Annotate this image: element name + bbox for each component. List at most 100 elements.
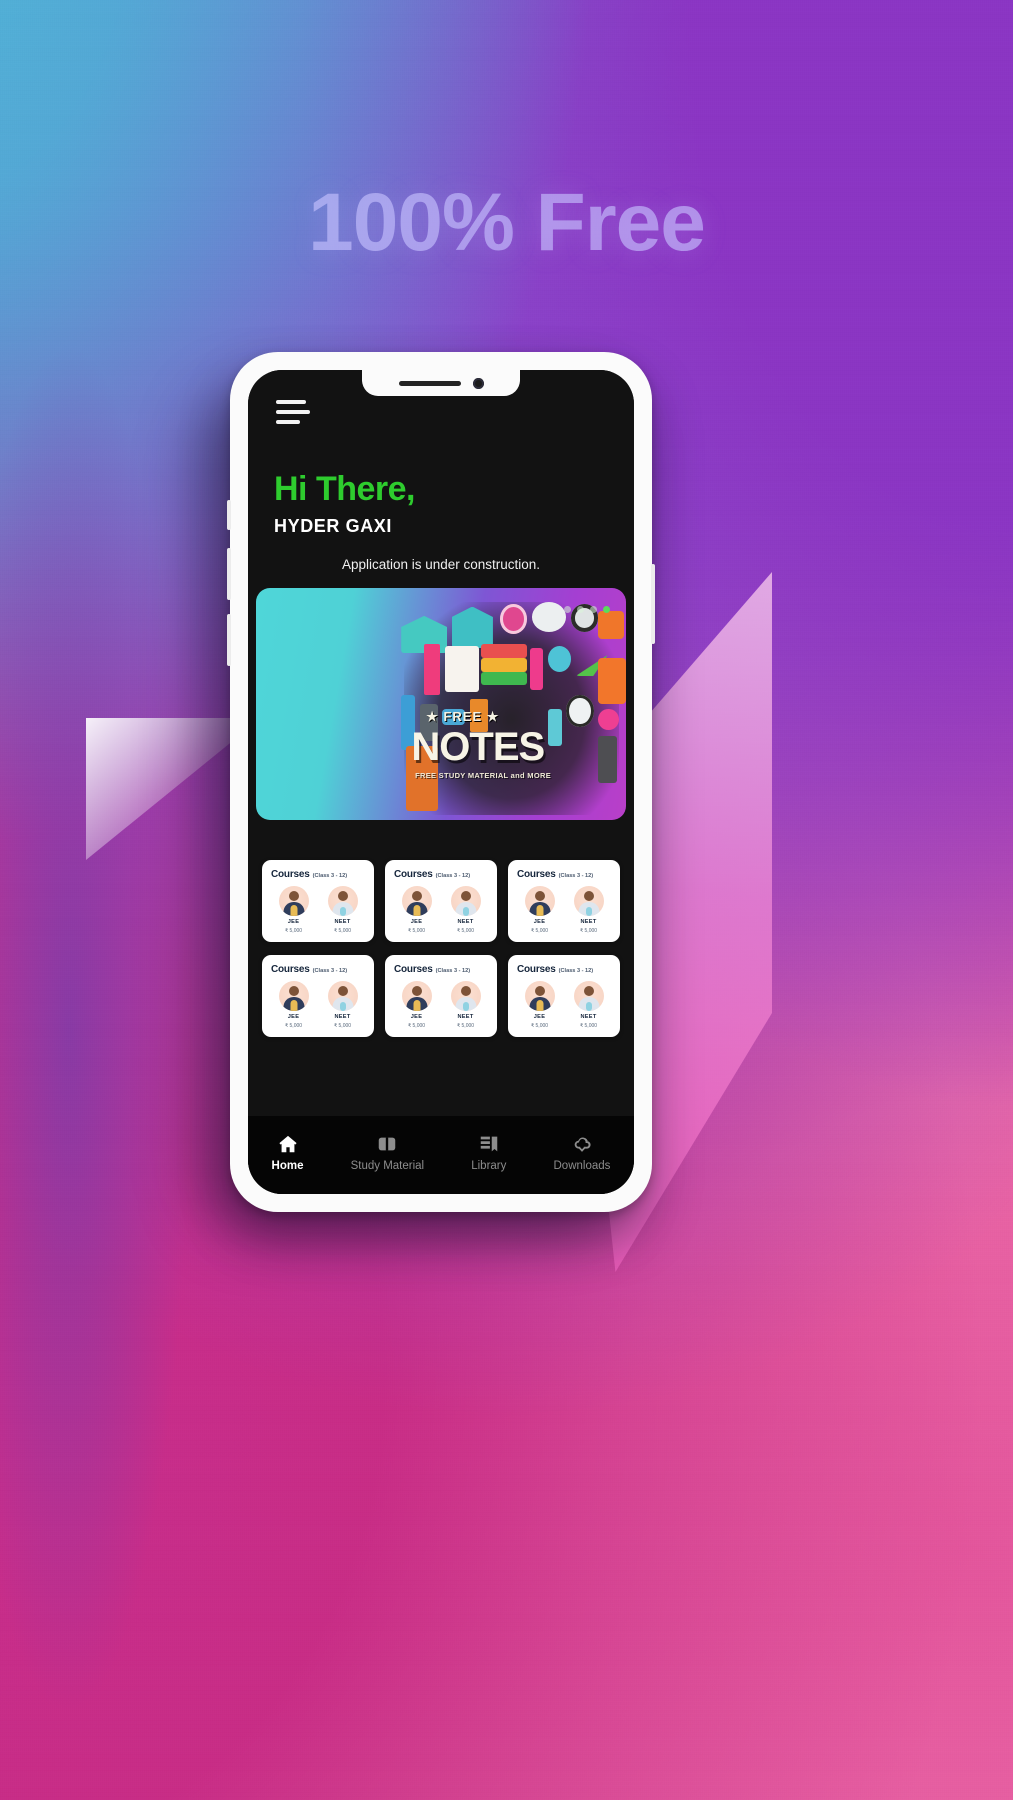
- course-card[interactable]: Courses (Class 3 - 12) JEE ₹ 5,000 NEET ₹ 5,0…: [262, 955, 374, 1037]
- course-card-title: Courses: [394, 869, 433, 880]
- doctor-avatar: [450, 886, 481, 916]
- avatar-accessory: [585, 907, 592, 916]
- nav-item-label: Library: [471, 1159, 507, 1172]
- course-price: ₹ 5,000: [456, 928, 475, 934]
- course-price: ₹ 5,000: [456, 1023, 475, 1029]
- course-card-title: Courses: [517, 964, 556, 975]
- avatar-accessory: [462, 1002, 469, 1011]
- doctor-avatar: [573, 886, 604, 916]
- course-card[interactable]: Courses (Class 3 - 12) JEE ₹ 5,000 NEET ₹ 5,0…: [508, 955, 620, 1037]
- promo-banner[interactable]: ★ FREE ★ NOTES FREE STUDY MATERIAL and M…: [256, 588, 626, 820]
- avatar-accessory: [413, 1000, 420, 1011]
- carousel-dots[interactable]: [564, 606, 610, 613]
- course-card[interactable]: Courses (Class 3 - 12) JEE ₹ 5,000 NEET ₹ 5,0…: [385, 955, 497, 1037]
- decor-sharpener: [566, 694, 594, 728]
- avatar-head: [288, 986, 299, 996]
- avatar-accessory: [290, 1000, 297, 1011]
- course-card[interactable]: Courses (Class 3 - 12) JEE ₹ 5,000 NEET ₹ 5,0…: [508, 860, 620, 942]
- phone-button-power[interactable]: [651, 564, 655, 644]
- course-name: JEE: [410, 1014, 423, 1020]
- course-card-subtitle: (Class 3 - 12): [312, 873, 348, 879]
- course-card-header: Courses (Class 3 - 12): [269, 869, 367, 880]
- decor-ball: [548, 646, 571, 672]
- phone-button-volume-up[interactable]: [227, 548, 231, 600]
- hamburger-menu-icon[interactable]: [276, 400, 310, 424]
- decor-envelope: [451, 606, 493, 649]
- course-item[interactable]: NEET ₹ 5,000: [573, 981, 604, 1029]
- student-avatar: [524, 886, 555, 916]
- nav-item-study-material[interactable]: Study Material: [350, 1133, 425, 1172]
- avatar-accessory: [290, 905, 297, 916]
- carousel-dot[interactable]: [564, 606, 571, 613]
- app-container: Hi There, HYDER GAXI Application is unde…: [248, 370, 634, 1194]
- greeting-text: Hi There,: [274, 470, 415, 508]
- course-item[interactable]: JEE ₹ 5,000: [401, 886, 432, 934]
- courses-grid: Courses (Class 3 - 12) JEE ₹ 5,000 NEET ₹ 5,0…: [262, 860, 620, 1037]
- course-card[interactable]: Courses (Class 3 - 12) JEE ₹ 5,000 NEET ₹ 5,0…: [262, 860, 374, 942]
- course-card-body: JEE ₹ 5,000 NEET ₹ 5,000: [392, 886, 490, 934]
- user-name: HYDER GAXI: [274, 516, 393, 536]
- decor-pen: [598, 736, 617, 783]
- hamburger-line: [276, 410, 310, 414]
- course-card-title: Courses: [271, 869, 310, 880]
- student-avatar: [524, 981, 555, 1011]
- decor-marker: [424, 643, 441, 695]
- book-icon: [375, 1133, 399, 1155]
- course-item[interactable]: NEET ₹ 5,000: [327, 886, 358, 934]
- course-card-body: JEE ₹ 5,000 NEET ₹ 5,000: [515, 981, 613, 1029]
- course-card-body: JEE ₹ 5,000 NEET ₹ 5,000: [515, 886, 613, 934]
- nav-item-downloads[interactable]: Downloads: [554, 1133, 610, 1172]
- phone-button-silent[interactable]: [227, 500, 231, 530]
- nav-item-label: Study Material: [350, 1159, 425, 1172]
- decor-stripe: [481, 657, 528, 672]
- avatar-head: [534, 891, 545, 901]
- avatar-accessory: [339, 1002, 346, 1011]
- course-item[interactable]: JEE ₹ 5,000: [278, 886, 309, 934]
- course-item[interactable]: NEET ₹ 5,000: [450, 981, 481, 1029]
- course-card-subtitle: (Class 3 - 12): [558, 873, 594, 879]
- course-price: ₹ 5,000: [579, 928, 598, 934]
- course-item[interactable]: JEE ₹ 5,000: [278, 981, 309, 1029]
- course-card-body: JEE ₹ 5,000 NEET ₹ 5,000: [269, 886, 367, 934]
- course-card-body: JEE ₹ 5,000 NEET ₹ 5,000: [392, 981, 490, 1029]
- library-icon: [477, 1133, 501, 1155]
- avatar-head: [460, 986, 471, 996]
- decor-sticky-note: [598, 657, 626, 704]
- doctor-avatar: [327, 981, 358, 1011]
- hamburger-line: [276, 400, 306, 404]
- course-item[interactable]: NEET ₹ 5,000: [450, 886, 481, 934]
- course-card-subtitle: (Class 3 - 12): [435, 873, 471, 879]
- avatar-accessory: [536, 1000, 543, 1011]
- phone-button-volume-dn[interactable]: [227, 614, 231, 666]
- doctor-avatar: [450, 981, 481, 1011]
- avatar-head: [534, 986, 545, 996]
- course-name: NEET: [334, 919, 351, 925]
- course-card-subtitle: (Class 3 - 12): [312, 968, 348, 974]
- avatar-accessory: [585, 1002, 592, 1011]
- course-name: NEET: [580, 1014, 597, 1020]
- course-card[interactable]: Courses (Class 3 - 12) JEE ₹ 5,000 NEET ₹ 5,0…: [385, 860, 497, 942]
- nav-item-library[interactable]: Library: [471, 1133, 506, 1172]
- nav-item-home[interactable]: Home: [272, 1133, 304, 1172]
- course-item[interactable]: JEE ₹ 5,000: [401, 981, 432, 1029]
- decor-eraser: [548, 708, 562, 746]
- decor-notepad: [444, 646, 480, 693]
- course-card-body: JEE ₹ 5,000 NEET ₹ 5,000: [269, 981, 367, 1029]
- carousel-dot-active[interactable]: [603, 606, 610, 613]
- carousel-dot[interactable]: [577, 606, 584, 613]
- decor-stripe: [481, 643, 528, 658]
- carousel-dot[interactable]: [590, 606, 597, 613]
- course-card-header: Courses (Class 3 - 12): [392, 964, 490, 975]
- course-item[interactable]: NEET ₹ 5,000: [573, 886, 604, 934]
- course-name: JEE: [410, 919, 423, 925]
- course-item[interactable]: NEET ₹ 5,000: [327, 981, 358, 1029]
- avatar-head: [583, 986, 594, 996]
- course-item[interactable]: JEE ₹ 5,000: [524, 981, 555, 1029]
- decor-dot: [598, 708, 620, 730]
- course-name: NEET: [334, 1014, 351, 1020]
- decor-compass: [531, 601, 567, 633]
- student-avatar: [278, 886, 309, 916]
- avatar-head: [288, 891, 299, 901]
- course-item[interactable]: JEE ₹ 5,000: [524, 886, 555, 934]
- banner-title: NOTES: [411, 725, 545, 770]
